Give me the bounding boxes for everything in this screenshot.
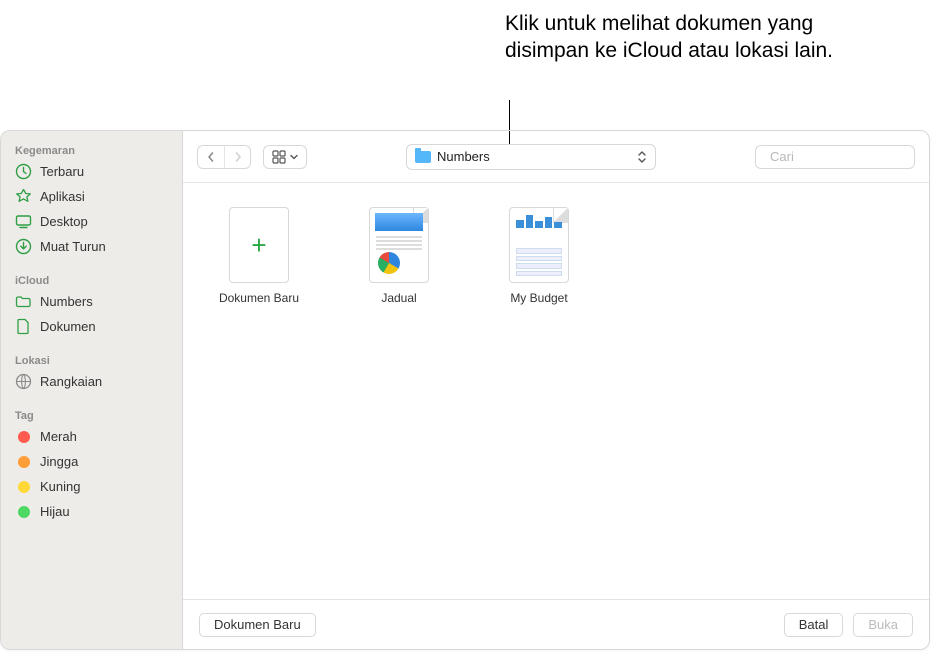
file-item-jadual[interactable]: Jadual (349, 207, 449, 305)
file-label: Dokumen Baru (209, 291, 309, 305)
sidebar-item-label: Jingga (40, 454, 78, 469)
sidebar-item-downloads[interactable]: Muat Turun (1, 234, 182, 259)
sidebar-item-recents[interactable]: Terbaru (1, 159, 182, 184)
desktop-icon (15, 213, 32, 230)
tag-dot-icon (15, 428, 32, 445)
file-item-my-budget[interactable]: My Budget (489, 207, 589, 305)
sidebar-item-numbers-folder[interactable]: Numbers (1, 289, 182, 314)
file-thumb (509, 207, 569, 283)
sidebar-item-label: Aplikasi (40, 189, 85, 204)
downloads-icon (15, 238, 32, 255)
file-label: My Budget (489, 291, 589, 305)
sidebar-section-tags: Tag (1, 404, 182, 424)
sidebar-tag-orange[interactable]: Jingga (1, 449, 182, 474)
tag-dot-icon (15, 503, 32, 520)
nav-back-forward (197, 145, 251, 169)
sidebar-item-applications[interactable]: Aplikasi (1, 184, 182, 209)
apps-icon (15, 188, 32, 205)
search-input[interactable] (770, 149, 930, 164)
sidebar-tag-green[interactable]: Hijau (1, 499, 182, 524)
sidebar-section-icloud: iCloud (1, 269, 182, 289)
network-icon (15, 373, 32, 390)
sidebar-item-label: Dokumen (40, 319, 96, 334)
clock-icon (15, 163, 32, 180)
search-field[interactable] (755, 145, 915, 169)
toolbar: Numbers (183, 131, 929, 183)
new-document-thumb: + (229, 207, 289, 283)
open-dialog-window: Kegemaran Terbaru Aplikasi Desktop Muat … (0, 130, 930, 650)
file-item-new-document[interactable]: + Dokumen Baru (209, 207, 309, 305)
sidebar-item-desktop[interactable]: Desktop (1, 209, 182, 234)
new-document-button[interactable]: Dokumen Baru (199, 613, 316, 637)
open-button[interactable]: Buka (853, 613, 913, 637)
path-label: Numbers (437, 149, 490, 164)
sidebar-tag-red[interactable]: Merah (1, 424, 182, 449)
sidebar-tag-yellow[interactable]: Kuning (1, 474, 182, 499)
dialog-footer: Dokumen Baru Batal Buka (183, 599, 929, 649)
forward-button[interactable] (224, 146, 250, 168)
grid-icon (272, 150, 286, 164)
main-pane: Numbers + Dokumen Baru (183, 131, 929, 649)
view-switcher[interactable] (263, 145, 307, 169)
sidebar-item-network[interactable]: Rangkaian (1, 369, 182, 394)
folder-icon (415, 151, 431, 163)
sidebar-item-label: Kuning (40, 479, 80, 494)
sidebar-item-documents[interactable]: Dokumen (1, 314, 182, 339)
file-label: Jadual (349, 291, 449, 305)
sidebar-section-locations: Lokasi (1, 349, 182, 369)
tag-dot-icon (15, 453, 32, 470)
chevron-down-icon (290, 153, 298, 161)
sidebar: Kegemaran Terbaru Aplikasi Desktop Muat … (1, 131, 183, 649)
sidebar-item-label: Rangkaian (40, 374, 102, 389)
sidebar-item-label: Desktop (40, 214, 88, 229)
sidebar-item-label: Hijau (40, 504, 70, 519)
plus-icon: + (251, 230, 266, 261)
sidebar-item-label: Muat Turun (40, 239, 106, 254)
folder-icon (15, 293, 32, 310)
document-icon (15, 318, 32, 335)
callout-text: Klik untuk melihat dokumen yang disimpan… (505, 10, 885, 65)
sidebar-item-label: Numbers (40, 294, 93, 309)
sidebar-section-favorites: Kegemaran (1, 139, 182, 159)
sidebar-item-label: Merah (40, 429, 77, 444)
back-button[interactable] (198, 146, 224, 168)
sidebar-item-label: Terbaru (40, 164, 84, 179)
file-thumb (369, 207, 429, 283)
tag-dot-icon (15, 478, 32, 495)
cancel-button[interactable]: Batal (784, 613, 844, 637)
popup-arrows-icon (637, 150, 647, 164)
path-popup[interactable]: Numbers (406, 144, 656, 170)
file-browser: + Dokumen Baru Jadual My Budget (183, 183, 929, 599)
